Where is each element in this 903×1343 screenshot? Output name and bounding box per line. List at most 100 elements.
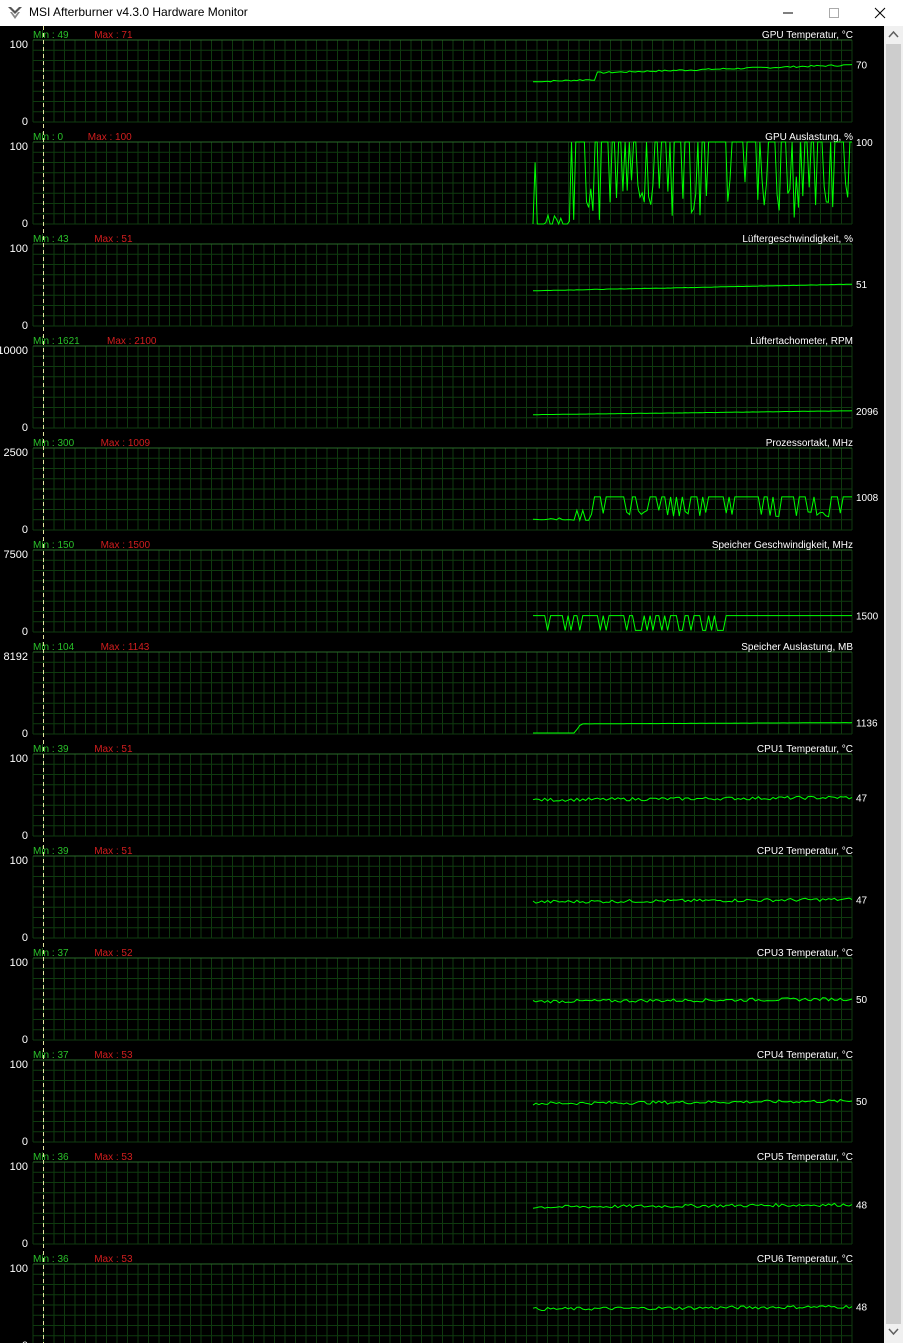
min-label: Min : 39 — [33, 744, 69, 755]
minimize-icon — [783, 12, 793, 14]
scale-bottom-label: 0 — [22, 320, 28, 332]
close-button[interactable] — [857, 0, 903, 26]
hardware-monitor-area[interactable]: 100 0 Min : 49 Max : 71 GPU Temperatur, °C 70… — [0, 26, 884, 1343]
graph-data-line — [532, 1202, 853, 1209]
min-label: Min : 0 — [33, 132, 63, 143]
scale-top-label: 10000 — [0, 345, 28, 357]
afterburner-logo-icon — [8, 7, 22, 19]
min-label: Min : 43 — [33, 234, 69, 245]
current-value-label: 47 — [856, 895, 868, 906]
scale-top-label: 100 — [10, 957, 28, 969]
graph-name-label: Lüftertachometer, RPM — [750, 336, 853, 347]
graph-data-line — [532, 1304, 853, 1312]
graph-grid — [32, 1059, 853, 1143]
current-value-label: 2096 — [856, 407, 879, 418]
graph-panel[interactable]: 100 0 Min : 39 Max : 51 CPU1 Temperatur, °C 4… — [10, 744, 868, 842]
graph-data-line — [532, 1098, 853, 1106]
scale-bottom-label: 0 — [22, 1136, 28, 1148]
minimize-button[interactable] — [765, 0, 811, 26]
min-label: Min : 150 — [33, 540, 75, 551]
min-label: Min : 49 — [33, 30, 69, 41]
min-label: Min : 1621 — [33, 336, 80, 347]
scale-top-label: 100 — [10, 1263, 28, 1275]
graph-grid — [32, 141, 853, 225]
graph-name-label: CPU1 Temperatur, °C — [757, 744, 853, 755]
max-label: Max : 2100 — [107, 336, 157, 347]
graph-panel[interactable]: 1000Min : 0 Max : 100 GPU Auslastung, %100 — [10, 132, 873, 230]
graph-panel[interactable]: 100 0 Min : 36 Max : 53 CPU5 Temperatur, °C 4… — [10, 1152, 868, 1250]
current-value-label: 70 — [856, 61, 868, 72]
graph-panel[interactable]: 2500 0 Min : 300 Max : 1009 Prozessortakt, M… — [4, 438, 879, 536]
title-bar[interactable]: MSI Afterburner v4.3.0 Hardware Monitor — [0, 0, 903, 26]
graph-name-label: CPU4 Temperatur, °C — [757, 1050, 853, 1061]
scale-top-label: 2500 — [4, 447, 28, 459]
graph-name-label: Speicher Geschwindigkeit, MHz — [712, 540, 853, 551]
graph-name-label: CPU5 Temperatur, °C — [757, 1152, 853, 1163]
close-icon — [874, 7, 886, 19]
max-label: Max : 53 — [94, 1254, 133, 1265]
scale-top-label: 100 — [10, 141, 28, 153]
graph-data-line — [532, 997, 853, 1004]
min-label: Min : 36 — [33, 1254, 69, 1265]
graph-panel[interactable]: 100 0 Min : 37 Max : 53 CPU4 Temperatur, °C 5… — [10, 1050, 868, 1148]
graph-name-label: GPU Temperatur, °C — [762, 30, 853, 41]
graph-panel[interactable]: 8192 0 Min : 104 Max : 1143 Speicher Auslast… — [4, 642, 878, 740]
max-label: Max : 51 — [94, 744, 133, 755]
max-label: Max : 53 — [94, 1152, 133, 1163]
scale-top-label: 8192 — [4, 651, 28, 663]
graph-panel[interactable]: 1000Min : 36Max : 53CPU6 Temperatur, °C4… — [10, 1254, 868, 1343]
graph-panel[interactable]: 100 0 Min : 37 Max : 52 CPU3 Temperatur, °C 5… — [10, 948, 868, 1046]
scale-bottom-label: 0 — [22, 1238, 28, 1250]
scroll-up-icon[interactable] — [888, 30, 899, 40]
scale-bottom-label: 0 — [22, 1034, 28, 1046]
scale-top-label: 100 — [10, 753, 28, 765]
graph-panel[interactable]: 100 0 Min : 39 Max : 51 CPU2 Temperatur, °C 4… — [10, 846, 868, 944]
graph-grid — [32, 39, 853, 123]
window-title: MSI Afterburner v4.3.0 Hardware Monitor — [29, 5, 248, 19]
min-label: Min : 39 — [33, 846, 69, 857]
maximize-icon — [829, 8, 839, 18]
current-value-label: 48 — [856, 1201, 868, 1212]
scale-top-label: 100 — [10, 1059, 28, 1071]
graph-grid — [32, 549, 853, 633]
scale-bottom-label: 0 — [22, 932, 28, 944]
monitor-graphs: 100 0 Min : 49 Max : 71 GPU Temperatur, °C 70… — [0, 26, 879, 1343]
graph-data-line — [532, 795, 853, 802]
scale-bottom-label: 0 — [22, 524, 28, 536]
graph-panel[interactable]: 100 0 Min : 49 Max : 71 GPU Temperatur, °C 70 — [10, 30, 868, 128]
max-label: Max : 1500 — [101, 540, 151, 551]
scrollbar-thumb[interactable] — [886, 44, 901, 1324]
graph-panel[interactable]: 7500 0 Min : 150 Max : 1500 Speicher Geschwi… — [4, 540, 879, 638]
max-label: Max : 1143 — [101, 642, 150, 653]
scale-bottom-label: 0 — [22, 830, 28, 842]
scale-bottom-label: 0 — [22, 218, 28, 230]
maximize-button[interactable] — [811, 0, 857, 26]
scale-top-label: 100 — [10, 855, 28, 867]
graph-grid — [32, 345, 853, 429]
current-value-label: 48 — [856, 1303, 868, 1314]
graph-grid — [32, 855, 853, 939]
vertical-scrollbar[interactable] — [884, 26, 903, 1343]
graph-name-label: Prozessortakt, MHz — [766, 438, 853, 449]
current-value-label: 100 — [856, 138, 873, 149]
graph-name-label: CPU3 Temperatur, °C — [757, 948, 853, 959]
graph-name-label: CPU2 Temperatur, °C — [757, 846, 853, 857]
min-label: Min : 37 — [33, 948, 69, 959]
current-value-label: 51 — [856, 280, 868, 291]
graph-grid — [32, 753, 853, 837]
scale-bottom-label: 0 — [22, 626, 28, 638]
current-value-label: 1500 — [856, 612, 879, 623]
max-label: Max : 100 — [88, 132, 132, 143]
scroll-down-icon[interactable] — [888, 1326, 899, 1336]
graph-grid — [32, 1161, 853, 1245]
current-value-label: 50 — [856, 1097, 868, 1108]
min-label: Min : 104 — [33, 642, 75, 653]
graph-panel[interactable]: 10000 0 Min : 1621 Max : 2100 Lüftertachomet… — [0, 336, 879, 434]
graph-data-line — [532, 64, 853, 83]
min-label: Min : 36 — [33, 1152, 69, 1163]
max-label: Max : 71 — [94, 30, 133, 41]
graph-data-line — [532, 897, 853, 904]
graph-grid — [32, 447, 853, 531]
graph-grid — [32, 243, 853, 327]
graph-panel[interactable]: 100 0 Min : 43 Max : 51 Lüftergeschwindigkei… — [10, 234, 868, 332]
